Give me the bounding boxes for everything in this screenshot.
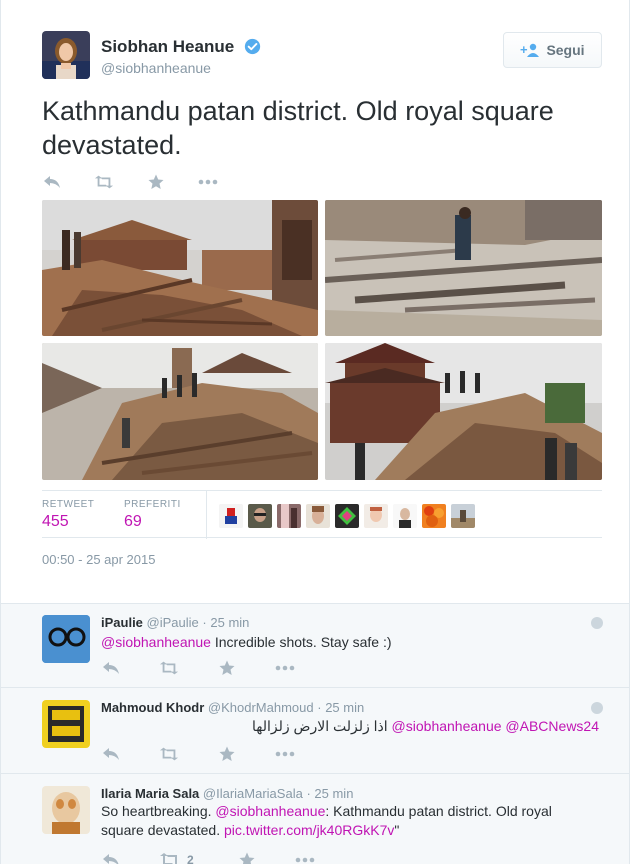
reply-text-suffix: " (394, 822, 400, 838)
tweet-card: Siobhan Heanue @siobhanheanue + Segui Ka… (0, 0, 630, 864)
reply-time[interactable]: 25 min (325, 700, 364, 715)
reply-header: Mahmoud Khodr @KhodrMahmoud · 25 min (101, 700, 364, 715)
favoriter-avatar[interactable] (219, 504, 243, 528)
reply-item: Ilaria Maria Sala @IlariaMariaSala · 25 … (1, 774, 629, 864)
tweet-main: Siobhan Heanue @siobhanheanue + Segui Ka… (1, 0, 629, 603)
follow-label: Segui (546, 42, 585, 58)
replies-section: iPaulie @iPaulie · 25 min @siobhanheanue… (1, 603, 629, 864)
reply-author-name[interactable]: Mahmoud Khodr (101, 700, 204, 715)
tweet-timestamp[interactable]: 00:50 - 25 apr 2015 (42, 552, 155, 567)
reply-text: اذا زلزلت الارض زلزالها @siobhanheanue @… (101, 717, 599, 736)
reply-retweet-count: 2 (187, 853, 194, 864)
retweet-icon[interactable] (94, 174, 114, 190)
tweet-photo-3[interactable] (42, 343, 318, 480)
reply-link[interactable]: pic.twitter.com/jk40RGkK7v (224, 822, 394, 838)
stats-divider (206, 491, 207, 539)
verified-icon (244, 38, 261, 55)
favorite-star-icon[interactable] (146, 174, 166, 190)
reply-arabic-text: اذا زلزلت الارض زلزالها (252, 718, 388, 734)
reply-mention[interactable]: @siobhanheanue (215, 803, 325, 819)
reply-avatar[interactable] (42, 700, 90, 748)
reply-icon[interactable] (101, 852, 121, 864)
favoriter-avatar[interactable] (364, 504, 388, 528)
tweet-actions (42, 174, 218, 190)
reply-header: iPaulie @iPaulie · 25 min (101, 615, 249, 630)
follow-button[interactable]: + Segui (503, 32, 602, 68)
reply-icon[interactable] (101, 660, 121, 676)
more-options-icon[interactable] (275, 746, 295, 762)
retweet-count[interactable]: 455 (42, 513, 69, 531)
reply-author-name[interactable]: Ilaria Maria Sala (101, 786, 199, 801)
reply-header: Ilaria Maria Sala @IlariaMariaSala · 25 … (101, 786, 353, 801)
reply-author-handle[interactable]: @iPaulie (147, 615, 199, 630)
favoriter-avatar[interactable] (335, 504, 359, 528)
reply-item: iPaulie @iPaulie · 25 min @siobhanheanue… (1, 604, 629, 688)
reply-text: @siobhanheanue Incredible shots. Stay sa… (101, 633, 601, 652)
tweet-text: Kathmandu patan district. Old royal squa… (42, 96, 554, 160)
favorite-star-icon[interactable] (237, 852, 257, 864)
retweet-icon[interactable] (159, 746, 179, 762)
reply-actions (101, 746, 295, 762)
reply-avatar[interactable] (42, 615, 90, 663)
favoriter-avatar[interactable] (451, 504, 475, 528)
reply-text-body: Incredible shots. Stay safe :) (210, 634, 392, 650)
more-options-icon[interactable] (275, 660, 295, 676)
reply-author-handle[interactable]: @KhodrMahmoud (208, 700, 314, 715)
favoriter-avatar[interactable] (306, 504, 330, 528)
reply-time[interactable]: 25 min (210, 615, 249, 630)
retweet-label: RETWEET (42, 499, 95, 510)
reply-separator: · (306, 786, 311, 801)
more-options-icon[interactable] (295, 852, 315, 864)
reply-icon[interactable] (101, 746, 121, 762)
reply-text: So heartbreaking. @siobhanheanue: Kathma… (101, 802, 581, 840)
author-name[interactable]: Siobhan Heanue (101, 37, 234, 57)
reply-mention[interactable]: @siobhanheanue (101, 634, 211, 650)
author-handle[interactable]: @siobhanheanue (101, 60, 211, 76)
favoriter-avatar[interactable] (277, 504, 301, 528)
reply-text-prefix: So heartbreaking. (101, 803, 216, 819)
favoriter-avatar[interactable] (422, 504, 446, 528)
reply-mention[interactable]: @ABCNews24 (505, 718, 599, 734)
author-avatar[interactable] (42, 31, 90, 79)
tweet-stats: RETWEET 455 PREFERITI 69 (42, 490, 602, 539)
reply-time[interactable]: 25 min (314, 786, 353, 801)
reply-actions (101, 660, 295, 676)
reply-icon[interactable] (42, 174, 62, 190)
favoriter-avatar[interactable] (248, 504, 272, 528)
reply-actions: 2 (101, 852, 315, 864)
follow-user-icon: + (520, 43, 540, 57)
more-options-icon[interactable] (198, 174, 218, 190)
reply-author-handle[interactable]: @IlariaMariaSala (203, 786, 303, 801)
favorites-label: PREFERITI (124, 499, 181, 510)
reply-separator: · (317, 700, 322, 715)
favorites-count[interactable]: 69 (124, 513, 142, 531)
tweet-photo-2[interactable] (325, 200, 602, 336)
reply-item: Mahmoud Khodr @KhodrMahmoud · 25 min اذا… (1, 688, 629, 774)
reply-author-name[interactable]: iPaulie (101, 615, 143, 630)
svg-text:+: + (520, 43, 528, 57)
tweet-photo-4[interactable] (325, 343, 602, 480)
tweet-photo-1[interactable] (42, 200, 318, 336)
reply-separator: · (202, 615, 207, 630)
reply-menu-icon[interactable] (591, 617, 603, 629)
favoriter-avatar[interactable] (393, 504, 417, 528)
retweet-icon[interactable] (159, 660, 179, 676)
retweet-icon[interactable]: 2 (159, 852, 199, 864)
reply-mention[interactable]: @siobhanheanue (392, 718, 502, 734)
reply-menu-icon[interactable] (591, 702, 603, 714)
favorite-star-icon[interactable] (217, 746, 237, 762)
favorite-star-icon[interactable] (217, 660, 237, 676)
reply-avatar[interactable] (42, 786, 90, 834)
